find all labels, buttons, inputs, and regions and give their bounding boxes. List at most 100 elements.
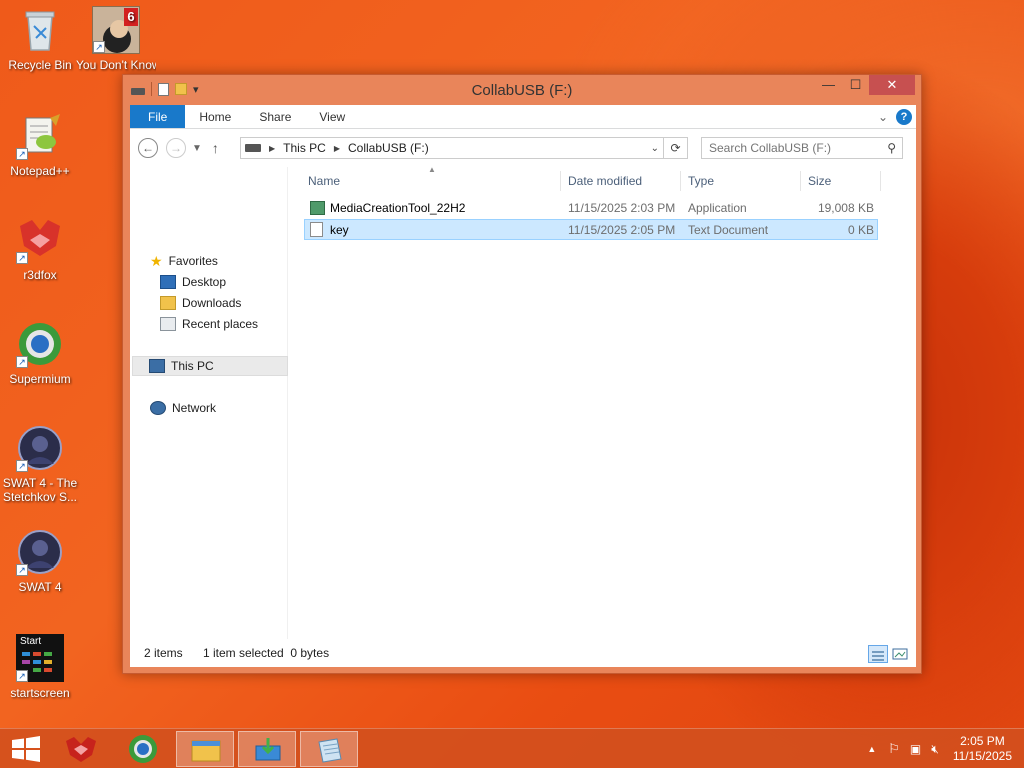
nav-label: Recent places: [182, 317, 259, 331]
navigation-bar: ← → ▼ ↑ ▶ This PC ▶ CollabUSB (F:) ⌄ ⟳ ⚲: [130, 129, 916, 167]
show-hidden-icons-button[interactable]: ▲: [867, 744, 876, 754]
column-header-size[interactable]: Size: [808, 167, 831, 195]
desktop-icon-recycle-bin[interactable]: Recycle Bin: [0, 6, 80, 72]
column-divider[interactable]: [800, 171, 801, 191]
taskbar-file-explorer[interactable]: [176, 731, 234, 767]
r3dfox-icon: [66, 737, 96, 762]
nav-this-pc[interactable]: This PC: [132, 356, 288, 376]
desktop-icon-you-dont-know-jack[interactable]: 6 ↗ You Don't Know Ja...: [76, 6, 156, 72]
breadcrumb-drive[interactable]: CollabUSB (F:): [348, 141, 429, 155]
search-input[interactable]: [702, 141, 872, 155]
nav-recent-places[interactable]: Recent places: [160, 314, 258, 334]
taskbar-notepad[interactable]: [300, 731, 358, 767]
supermium-icon: [129, 735, 157, 763]
clock-date: 11/15/2025: [952, 749, 1012, 763]
desktop-icon-r3dfox[interactable]: ↗ r3dfox: [0, 216, 80, 282]
this-pc-icon: [149, 359, 165, 373]
volume-muted-icon[interactable]: 🔇︎: [931, 742, 939, 757]
column-divider[interactable]: [560, 171, 561, 191]
title-bar[interactable]: ▾ CollabUSB (F:) — ☐ ✕: [123, 75, 921, 105]
nav-downloads[interactable]: Downloads: [160, 293, 241, 313]
maximize-button[interactable]: ☐: [842, 75, 869, 95]
window-title: CollabUSB (F:): [471, 82, 573, 99]
file-explorer-icon: [191, 740, 221, 762]
close-button[interactable]: ✕: [869, 75, 915, 95]
network-status-icon[interactable]: ▣: [910, 742, 921, 756]
taskbar: ▲ ⚐ ▣ 🔇︎ 2:05 PM 11/15/2025: [0, 728, 1024, 768]
shortcut-arrow-icon: ↗: [16, 356, 28, 368]
taskbar-app-2[interactable]: [238, 731, 296, 767]
nav-desktop[interactable]: Desktop: [160, 272, 226, 292]
tab-home[interactable]: Home: [185, 105, 245, 128]
nav-label: Network: [172, 401, 217, 415]
large-icons-view-icon: [892, 648, 908, 660]
swat4-icon: ↗: [16, 424, 64, 472]
details-view-button[interactable]: [868, 645, 888, 663]
windows-logo-icon: [12, 736, 40, 762]
breadcrumb-this-pc[interactable]: This PC: [283, 141, 326, 155]
status-bar: 2 items 1 item selected 0 bytes: [130, 639, 916, 667]
desktop-icon-supermium[interactable]: ↗ Supermium: [0, 320, 80, 386]
column-header-date[interactable]: Date modified: [568, 167, 642, 195]
chevron-right-icon[interactable]: ▶: [334, 144, 340, 153]
notepad-icon: [318, 738, 342, 763]
address-bar[interactable]: ▶ This PC ▶ CollabUSB (F:) ⌄: [240, 137, 664, 159]
column-divider[interactable]: [680, 171, 681, 191]
nav-network[interactable]: Network: [150, 398, 216, 418]
nav-favorites[interactable]: ★ Favorites: [150, 251, 218, 271]
minimize-button[interactable]: —: [815, 75, 842, 95]
file-row[interactable]: MediaCreationTool_22H2 11/15/2025 2:03 P…: [304, 198, 878, 219]
search-icon[interactable]: ⚲: [887, 141, 896, 155]
file-type: Application: [688, 201, 747, 215]
desktop-icon-label: r3dfox: [23, 268, 57, 282]
expand-ribbon-icon[interactable]: ⌄: [878, 110, 888, 124]
desktop-icon-startscreen[interactable]: Start ↗ startscreen: [0, 634, 80, 700]
chevron-down-icon[interactable]: ⌄: [651, 143, 659, 154]
up-button[interactable]: ↑: [212, 140, 219, 156]
action-center-flag-icon[interactable]: ⚐: [888, 741, 900, 757]
nav-label: Favorites: [168, 254, 218, 268]
file-size: 19,008 KB: [817, 201, 874, 215]
item-count: 2 items: [144, 646, 183, 660]
badge-number: 6: [124, 8, 138, 26]
tab-view[interactable]: View: [305, 105, 359, 128]
clock[interactable]: 2:05 PM 11/15/2025: [953, 734, 1012, 764]
chevron-right-icon[interactable]: ▶: [269, 144, 275, 153]
file-name: MediaCreationTool_22H2: [330, 201, 466, 215]
start-button[interactable]: [0, 731, 58, 767]
recent-locations-icon[interactable]: ▼: [192, 143, 202, 154]
tab-file[interactable]: File: [130, 105, 186, 128]
shortcut-arrow-icon: ↗: [16, 460, 28, 472]
desktop-icon-notepadpp[interactable]: ↗ Notepad++: [0, 112, 80, 178]
file-name: key: [330, 223, 349, 237]
ydkj-icon: 6 ↗: [92, 6, 140, 54]
desktop-icon-swat4[interactable]: ↗ SWAT 4: [0, 528, 80, 594]
taskbar-supermium[interactable]: [114, 731, 172, 767]
column-header-type[interactable]: Type: [688, 167, 714, 195]
column-header-name[interactable]: Name: [308, 167, 340, 195]
desktop-icon-swat4-stetchkov[interactable]: ↗ SWAT 4 - The Stetchkov S...: [0, 424, 80, 504]
swat4-icon: ↗: [16, 528, 64, 576]
nav-label: This PC: [171, 359, 214, 373]
file-type: Text Document: [688, 223, 769, 237]
taskbar-r3dfox[interactable]: [52, 731, 110, 767]
text-document-icon: [310, 222, 323, 237]
content-area: ★ Favorites Desktop Downloads Recent pla…: [130, 165, 916, 639]
large-icons-view-button[interactable]: [890, 645, 910, 663]
explorer-window[interactable]: ▾ CollabUSB (F:) — ☐ ✕ File Home Share V…: [122, 74, 922, 674]
refresh-button[interactable]: ⟳: [664, 137, 688, 159]
forward-button[interactable]: →: [166, 138, 186, 158]
tab-share[interactable]: Share: [245, 105, 305, 128]
desktop-icon-label: startscreen: [10, 686, 70, 700]
column-divider[interactable]: [880, 171, 881, 191]
help-icon[interactable]: ?: [896, 108, 912, 125]
desktop-icon-label: SWAT 4 - The Stetchkov S...: [2, 476, 78, 504]
notepadpp-icon: ↗: [16, 112, 64, 160]
file-size: 0 KB: [847, 223, 874, 237]
desktop-icon-label: You Don't Know Ja...: [76, 58, 156, 72]
back-button[interactable]: ←: [138, 138, 158, 158]
search-box[interactable]: ⚲: [701, 137, 903, 159]
file-row-selected[interactable]: key 11/15/2025 2:05 PM Text Document 0 K…: [304, 219, 878, 240]
shortcut-arrow-icon: ↗: [16, 564, 28, 576]
star-icon: ★: [150, 252, 163, 269]
